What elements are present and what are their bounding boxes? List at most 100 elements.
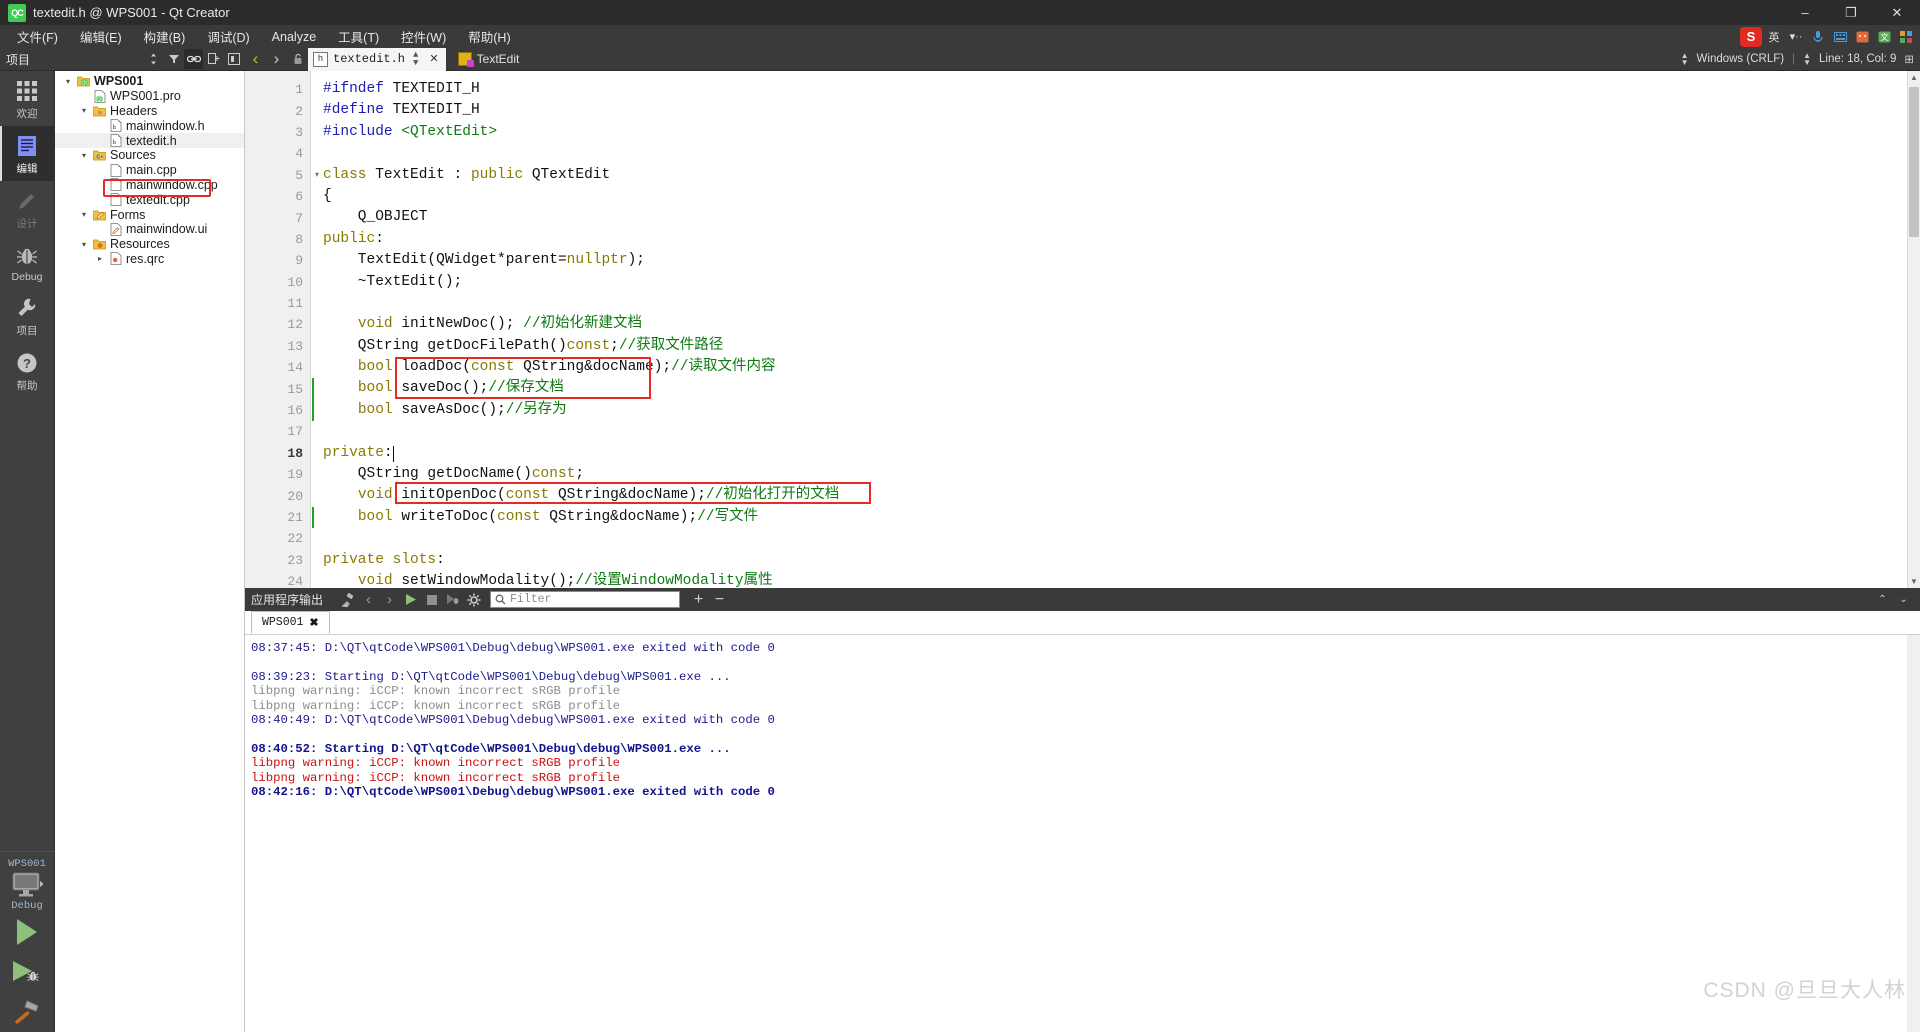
code-line[interactable]: void initOpenDoc(const QString&docName);…: [323, 485, 1920, 506]
ime-emoji-icon[interactable]: [1852, 27, 1872, 46]
ime-voice-icon[interactable]: [1808, 27, 1828, 46]
sort-icon[interactable]: [144, 49, 163, 69]
tree-item-mainwindow-h[interactable]: h mainwindow.h: [55, 118, 244, 133]
run-icon[interactable]: [400, 589, 421, 610]
editor-scrollbar[interactable]: ▲ ▼: [1907, 71, 1920, 588]
next-icon[interactable]: ›: [379, 589, 400, 610]
code-line[interactable]: QString getDocName()const;: [323, 464, 1920, 485]
code-line[interactable]: bool writeToDoc(const QString&docName);/…: [323, 507, 1920, 528]
tree-item-res-qrc[interactable]: ▸ res.qrc: [55, 252, 244, 267]
code-line[interactable]: ~TextEdit();: [323, 272, 1920, 293]
expand-arrow-icon[interactable]: ▾: [63, 77, 73, 86]
code-line[interactable]: [323, 528, 1920, 549]
kit-selector[interactable]: WPS001 Debug: [0, 851, 55, 912]
mode-debug[interactable]: Debug: [0, 236, 55, 288]
editor-tab-textedit-h[interactable]: h textedit.h ▲ ▼ ✕: [308, 47, 446, 71]
code-text-area[interactable]: #ifndef TEXTEDIT_H #define TEXTEDIT_H #inc…: [311, 71, 1920, 588]
tree-item-textedit-cpp[interactable]: textedit.cpp: [55, 192, 244, 207]
expand-arrow-icon[interactable]: ▾: [79, 151, 89, 160]
build-button[interactable]: [0, 992, 55, 1032]
ime-keyboard-icon[interactable]: [1830, 27, 1850, 46]
platform-label[interactable]: Windows (CRLF): [1697, 53, 1785, 65]
collapse-icon[interactable]: [224, 49, 243, 69]
mode-welcome[interactable]: 欢迎: [0, 71, 55, 126]
lock-icon[interactable]: [287, 49, 308, 70]
code-line[interactable]: private:: [323, 443, 1920, 464]
filter-icon[interactable]: [164, 49, 183, 69]
menu-help[interactable]: 帮助(H): [457, 24, 521, 49]
code-line[interactable]: class TextEdit : public QTextEdit: [323, 165, 1920, 186]
tree-item-headers[interactable]: ▾ h Headers: [55, 104, 244, 119]
ime-language-icon[interactable]: 英: [1764, 27, 1784, 46]
tab-selector-icon[interactable]: ▲ ▼: [410, 51, 421, 68]
menu-window[interactable]: 控件(W): [390, 24, 457, 49]
symbol-selector[interactable]: TextEdit: [457, 52, 519, 67]
split-icon[interactable]: [204, 49, 223, 69]
code-line[interactable]: [323, 421, 1920, 442]
code-line[interactable]: bool saveAsDoc();//另存为: [323, 400, 1920, 421]
project-tree[interactable]: ▾ Qt WPS001 Qt WPS001.pro ▾ h Headers h mainwindo…: [55, 71, 245, 1032]
tree-item-wps001-pro[interactable]: Qt WPS001.pro: [55, 89, 244, 104]
tree-item-sources[interactable]: ▾ C+ Sources: [55, 148, 244, 163]
output-filter-input[interactable]: Filter: [490, 591, 681, 608]
tree-item-forms[interactable]: ▾ Forms: [55, 207, 244, 222]
code-line[interactable]: QString getDocFilePath()const;//获取文件路径: [323, 336, 1920, 357]
code-line[interactable]: bool saveDoc();//保存文档: [323, 378, 1920, 399]
tree-item-mainwindow-cpp[interactable]: mainwindow.cpp: [55, 178, 244, 193]
tree-item-textedit-h[interactable]: h textedit.h: [55, 133, 244, 148]
editor-split-icon[interactable]: ⊞: [1904, 52, 1914, 66]
expand-arrow-icon[interactable]: ▾: [79, 240, 89, 249]
scroll-up-arrow[interactable]: ▲: [1908, 73, 1920, 82]
output-scrollbar[interactable]: [1907, 635, 1920, 1032]
tree-item-wps001[interactable]: ▾ Qt WPS001: [55, 74, 244, 89]
code-line[interactable]: {: [323, 186, 1920, 207]
code-line[interactable]: void initNewDoc(); //初始化新建文档: [323, 314, 1920, 335]
run-button[interactable]: [0, 912, 55, 952]
cursor-position-label[interactable]: Line: 18, Col: 9: [1819, 53, 1896, 65]
sogou-ime-icon[interactable]: S: [1740, 26, 1762, 47]
encoding-toggle-icon[interactable]: ▲ ▼: [1803, 52, 1811, 67]
code-line[interactable]: #ifndef TEXTEDIT_H: [323, 79, 1920, 100]
code-line[interactable]: [323, 293, 1920, 314]
link-icon[interactable]: [184, 49, 203, 69]
output-log[interactable]: 08:37:45: D:\QT\qtCode\WPS001\Debug\debu…: [245, 635, 1920, 1032]
menu-analyze[interactable]: Analyze: [261, 27, 327, 47]
mode-edit[interactable]: 编辑: [0, 126, 55, 181]
clear-icon[interactable]: [337, 589, 358, 610]
close-icon[interactable]: ✖: [309, 616, 318, 630]
ime-menu-icon[interactable]: [1896, 27, 1916, 46]
menu-file[interactable]: 文件(F): [6, 24, 69, 49]
code-line[interactable]: TextEdit(QWidget*parent=nullptr);: [323, 250, 1920, 271]
mode-design[interactable]: 设计: [0, 181, 55, 236]
prev-icon[interactable]: ‹: [358, 589, 379, 610]
nav-back-icon[interactable]: ‹: [245, 49, 266, 70]
expand-arrow-icon[interactable]: ▸: [95, 254, 105, 263]
nav-forward-icon[interactable]: ›: [266, 49, 287, 70]
scroll-down-arrow[interactable]: ▼: [1908, 577, 1920, 586]
split-toggle-icon[interactable]: ▲ ▼: [1681, 52, 1689, 67]
code-line[interactable]: bool loadDoc(const QString&docName);//读取…: [323, 357, 1920, 378]
minimize-button[interactable]: –: [1782, 0, 1828, 25]
code-line[interactable]: Q_OBJECT: [323, 207, 1920, 228]
tab-close-icon[interactable]: ✕: [426, 52, 441, 66]
expand-arrow-icon[interactable]: ▾: [79, 106, 89, 115]
menu-tools[interactable]: 工具(T): [327, 24, 390, 49]
code-line[interactable]: private slots:: [323, 550, 1920, 571]
code-line[interactable]: #include <QTextEdit>: [323, 122, 1920, 143]
tree-item-resources[interactable]: ▾ Resources: [55, 237, 244, 252]
code-editor[interactable]: 1 2 3 4 5 ▾ 6 7 8 9 10 11 12 13 14 15 16 17 18 19 20 21 22 23 24…: [245, 71, 1920, 588]
maximize-output-icon[interactable]: ⌃: [1872, 589, 1893, 610]
code-line[interactable]: void setWindowModality();//设置WindowModal…: [323, 571, 1920, 588]
maximize-button[interactable]: ❐: [1828, 0, 1874, 25]
remove-output-button[interactable]: −: [709, 589, 730, 610]
ime-mode-icon[interactable]: ▾··: [1786, 27, 1806, 46]
mode-projects[interactable]: 项目: [0, 288, 55, 343]
menu-build[interactable]: 构建(B): [133, 24, 197, 49]
expand-arrow-icon[interactable]: ▾: [79, 210, 89, 219]
code-line[interactable]: [323, 143, 1920, 164]
minimize-output-icon[interactable]: ⌄: [1893, 589, 1914, 610]
editor-scrollbar-thumb[interactable]: [1909, 87, 1919, 237]
menu-debug[interactable]: 调试(D): [196, 24, 260, 49]
close-button[interactable]: ✕: [1874, 0, 1920, 25]
code-line[interactable]: public:: [323, 229, 1920, 250]
